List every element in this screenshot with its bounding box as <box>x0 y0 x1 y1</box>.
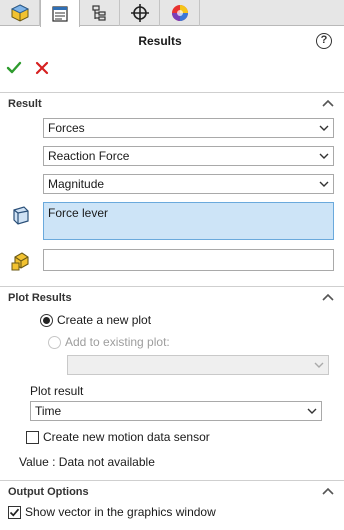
checkmark-icon <box>9 508 20 517</box>
panel-title: Results <box>138 34 182 48</box>
result-type-dropdown[interactable]: Forces <box>43 118 334 138</box>
create-new-plot-radio[interactable]: Create a new plot <box>40 312 151 328</box>
plot-result-label: Plot result <box>30 384 84 398</box>
show-vector-checkbox[interactable] <box>8 505 21 519</box>
tab-bar <box>0 0 344 27</box>
component-reference-icon <box>11 252 29 271</box>
tab-featuremanager[interactable] <box>0 0 40 26</box>
show-vector-label: Show vector in the graphics window <box>25 505 216 519</box>
color-sphere-icon <box>171 5 188 21</box>
property-list-icon <box>52 5 68 22</box>
result-section-header[interactable]: Result <box>0 92 344 114</box>
plot-result-dropdown[interactable]: Time <box>30 401 322 421</box>
tab-configuration-manager[interactable] <box>80 0 120 26</box>
chevron-down-icon <box>319 181 329 187</box>
chevron-up-icon[interactable] <box>322 98 334 108</box>
plot-results-section-header[interactable]: Plot Results <box>0 286 344 308</box>
motion-sensor-checkbox[interactable] <box>26 430 39 444</box>
chevron-down-icon <box>319 125 329 131</box>
part-cube-icon <box>10 4 29 22</box>
tab-display-manager[interactable] <box>160 0 200 26</box>
chevron-down-icon <box>319 153 329 159</box>
result-component-value: Magnitude <box>48 177 105 191</box>
result-subtype-value: Reaction Force <box>48 149 130 163</box>
face-selection-box[interactable]: Force lever <box>43 202 334 240</box>
chevron-up-icon[interactable] <box>322 486 334 496</box>
chevron-down-icon <box>307 408 317 414</box>
result-type-value: Forces <box>48 121 85 135</box>
tab-dimxpert[interactable] <box>120 0 160 26</box>
tab-propertymanager[interactable] <box>40 0 80 27</box>
result-component-dropdown[interactable]: Magnitude <box>43 174 334 194</box>
add-existing-plot-radio[interactable]: Add to existing plot: <box>48 334 170 350</box>
radio-selected-icon[interactable] <box>40 313 53 327</box>
value-status-text: Value : Data not available <box>19 455 155 469</box>
face-selection-icon <box>13 206 29 225</box>
show-vector-checkbox-row[interactable]: Show vector in the graphics window <box>8 504 216 520</box>
radio-unselected-icon[interactable] <box>48 335 61 349</box>
ok-check-icon[interactable] <box>6 60 22 76</box>
plot-results-section-label: Plot Results <box>8 292 72 304</box>
crosshair-icon <box>130 4 149 22</box>
result-section-label: Result <box>8 98 42 110</box>
help-icon[interactable]: ? <box>316 33 332 49</box>
create-new-plot-label: Create a new plot <box>57 313 152 327</box>
add-existing-plot-label: Add to existing plot: <box>65 335 170 349</box>
chevron-down-icon <box>314 362 324 368</box>
reference-component-input[interactable] <box>43 249 334 271</box>
existing-plot-dropdown[interactable] <box>67 355 329 375</box>
chevron-up-icon[interactable] <box>322 292 334 302</box>
result-subtype-dropdown[interactable]: Reaction Force <box>43 146 334 166</box>
output-options-section-label: Output Options <box>8 486 89 498</box>
cancel-x-icon[interactable] <box>34 60 50 76</box>
motion-sensor-checkbox-row[interactable]: Create new motion data sensor <box>26 429 210 445</box>
configuration-icon <box>91 5 106 21</box>
motion-sensor-label: Create new motion data sensor <box>43 430 210 444</box>
plot-result-value: Time <box>35 404 62 418</box>
output-options-section-header[interactable]: Output Options <box>0 480 344 502</box>
selection-item[interactable]: Force lever <box>48 206 108 220</box>
